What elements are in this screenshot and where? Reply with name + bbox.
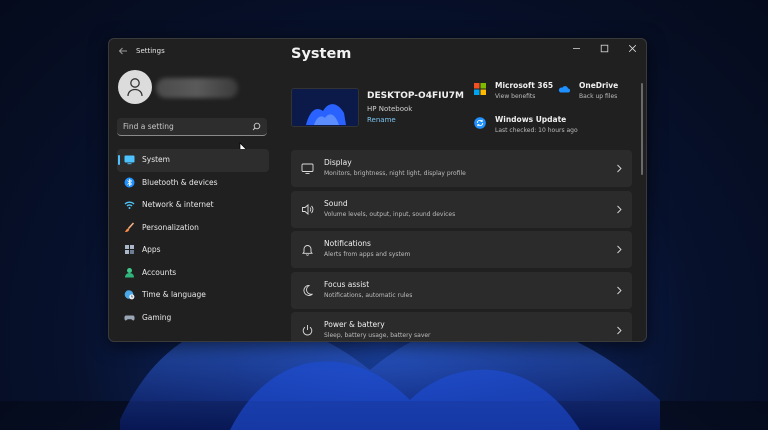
sidebar-item-system[interactable]: System bbox=[117, 149, 269, 172]
title-bar: Settings bbox=[109, 39, 281, 67]
device-name: DESKTOP-O4FIU7M bbox=[367, 91, 464, 101]
card-title: Focus assist bbox=[324, 279, 370, 289]
sidebar-item-gaming[interactable]: Gaming bbox=[117, 307, 269, 330]
user-icon bbox=[127, 78, 143, 97]
quick-link-title: OneDrive bbox=[579, 81, 619, 90]
bluetooth-icon bbox=[124, 177, 135, 187]
quick-link-title: Microsoft 365 bbox=[495, 81, 554, 90]
chevron-right-icon bbox=[617, 326, 622, 335]
search-input[interactable]: Find a setting bbox=[123, 122, 174, 131]
maximize-button[interactable] bbox=[590, 39, 618, 57]
sidebar-item-label: Bluetooth & devices bbox=[142, 177, 218, 187]
card-title: Power & battery bbox=[324, 320, 385, 329]
globe-clock-icon bbox=[124, 290, 135, 300]
back-arrow-icon[interactable] bbox=[118, 46, 128, 56]
power-icon bbox=[302, 325, 313, 336]
close-button[interactable] bbox=[618, 39, 646, 57]
device-model: HP Notebook bbox=[367, 105, 413, 113]
moon-icon bbox=[303, 284, 313, 296]
sidebar: Settings Find a setting System Bluetooth… bbox=[109, 39, 281, 341]
card-subtitle: Sleep, battery usage, battery saver bbox=[324, 332, 431, 339]
onedrive-icon bbox=[558, 86, 570, 93]
brush-icon bbox=[125, 221, 135, 232]
microsoft-logo-icon bbox=[474, 83, 486, 95]
device-thumbnail bbox=[291, 88, 359, 127]
sidebar-item-label: Personalization bbox=[142, 222, 199, 232]
sidebar-item-label: Apps bbox=[142, 245, 161, 254]
update-icon bbox=[474, 117, 486, 129]
chevron-right-icon bbox=[617, 164, 622, 173]
scrollbar[interactable] bbox=[641, 83, 643, 175]
page-title: System bbox=[291, 46, 352, 62]
sidebar-item-label: System bbox=[142, 155, 170, 164]
gamepad-icon bbox=[124, 315, 135, 321]
maximize-icon bbox=[600, 44, 608, 52]
sidebar-item-time-language[interactable]: Time & language bbox=[117, 284, 269, 307]
card-title: Notifications bbox=[324, 239, 371, 248]
apps-icon bbox=[125, 245, 134, 254]
close-icon bbox=[628, 44, 636, 52]
sidebar-item-personalization[interactable]: Personalization bbox=[117, 217, 269, 240]
sidebar-item-label: Gaming bbox=[142, 312, 172, 322]
sidebar-item-label: Network & internet bbox=[142, 200, 214, 209]
card-subtitle: Monitors, brightness, night light, displ… bbox=[324, 170, 466, 177]
network-icon bbox=[124, 201, 135, 209]
sidebar-item-network[interactable]: Network & internet bbox=[117, 194, 269, 217]
sidebar-item-label: Accounts bbox=[142, 267, 177, 277]
card-subtitle: Volume levels, output, input, sound devi… bbox=[324, 210, 456, 218]
settings-window: Settings Find a setting System Bluetooth… bbox=[108, 38, 647, 342]
display-icon bbox=[301, 163, 314, 174]
card-display[interactable]: Display Monitors, brightness, night ligh… bbox=[291, 150, 632, 187]
rename-link[interactable]: Rename bbox=[367, 116, 396, 124]
card-focus-assist[interactable]: Focus assist Notifications, automatic ru… bbox=[291, 271, 632, 309]
avatar[interactable] bbox=[118, 70, 152, 104]
minimize-icon bbox=[572, 47, 580, 49]
quick-link-title: Windows Update bbox=[495, 115, 567, 124]
sidebar-item-apps[interactable]: Apps bbox=[117, 239, 269, 262]
wallpaper-thumbnail-icon bbox=[292, 89, 358, 126]
minimize-button[interactable] bbox=[562, 39, 590, 57]
search-box[interactable]: Find a setting bbox=[117, 118, 267, 136]
app-title: Settings bbox=[136, 47, 165, 55]
sidebar-item-label: Time & language bbox=[142, 290, 206, 299]
speaker-icon bbox=[302, 203, 314, 215]
card-title: Sound bbox=[324, 198, 348, 208]
card-notifications[interactable]: Notifications Alerts from apps and syste… bbox=[291, 231, 632, 268]
card-subtitle: Notifications, automatic rules bbox=[324, 291, 413, 299]
sidebar-item-accounts[interactable]: Accounts bbox=[117, 262, 269, 285]
quick-link-subtitle: Back up files bbox=[579, 93, 618, 100]
main-content: System DESKTOP-O4FIU7M HP Notebook Renam… bbox=[291, 39, 646, 341]
quick-link-subtitle: Last checked: 10 hours ago bbox=[495, 127, 578, 134]
card-title: Display bbox=[324, 158, 352, 167]
sidebar-nav: System Bluetooth & devices Network & int… bbox=[117, 149, 269, 329]
card-sound[interactable]: Sound Volume levels, output, input, soun… bbox=[291, 190, 632, 228]
chevron-right-icon bbox=[617, 286, 622, 294]
chevron-right-icon bbox=[617, 205, 622, 213]
sidebar-item-bluetooth[interactable]: Bluetooth & devices bbox=[117, 172, 269, 195]
card-power-battery[interactable]: Power & battery Sleep, battery usage, ba… bbox=[291, 312, 632, 341]
bell-icon bbox=[302, 245, 313, 256]
account-icon bbox=[125, 267, 134, 277]
card-subtitle: Alerts from apps and system bbox=[324, 251, 411, 258]
username-blurred bbox=[156, 78, 238, 98]
settings-cards: Display Monitors, brightness, night ligh… bbox=[291, 150, 632, 341]
system-icon bbox=[124, 155, 135, 165]
window-controls bbox=[562, 39, 646, 57]
chevron-right-icon bbox=[617, 245, 622, 254]
quick-link-subtitle: View benefits bbox=[495, 93, 536, 100]
search-icon[interactable] bbox=[252, 122, 261, 131]
